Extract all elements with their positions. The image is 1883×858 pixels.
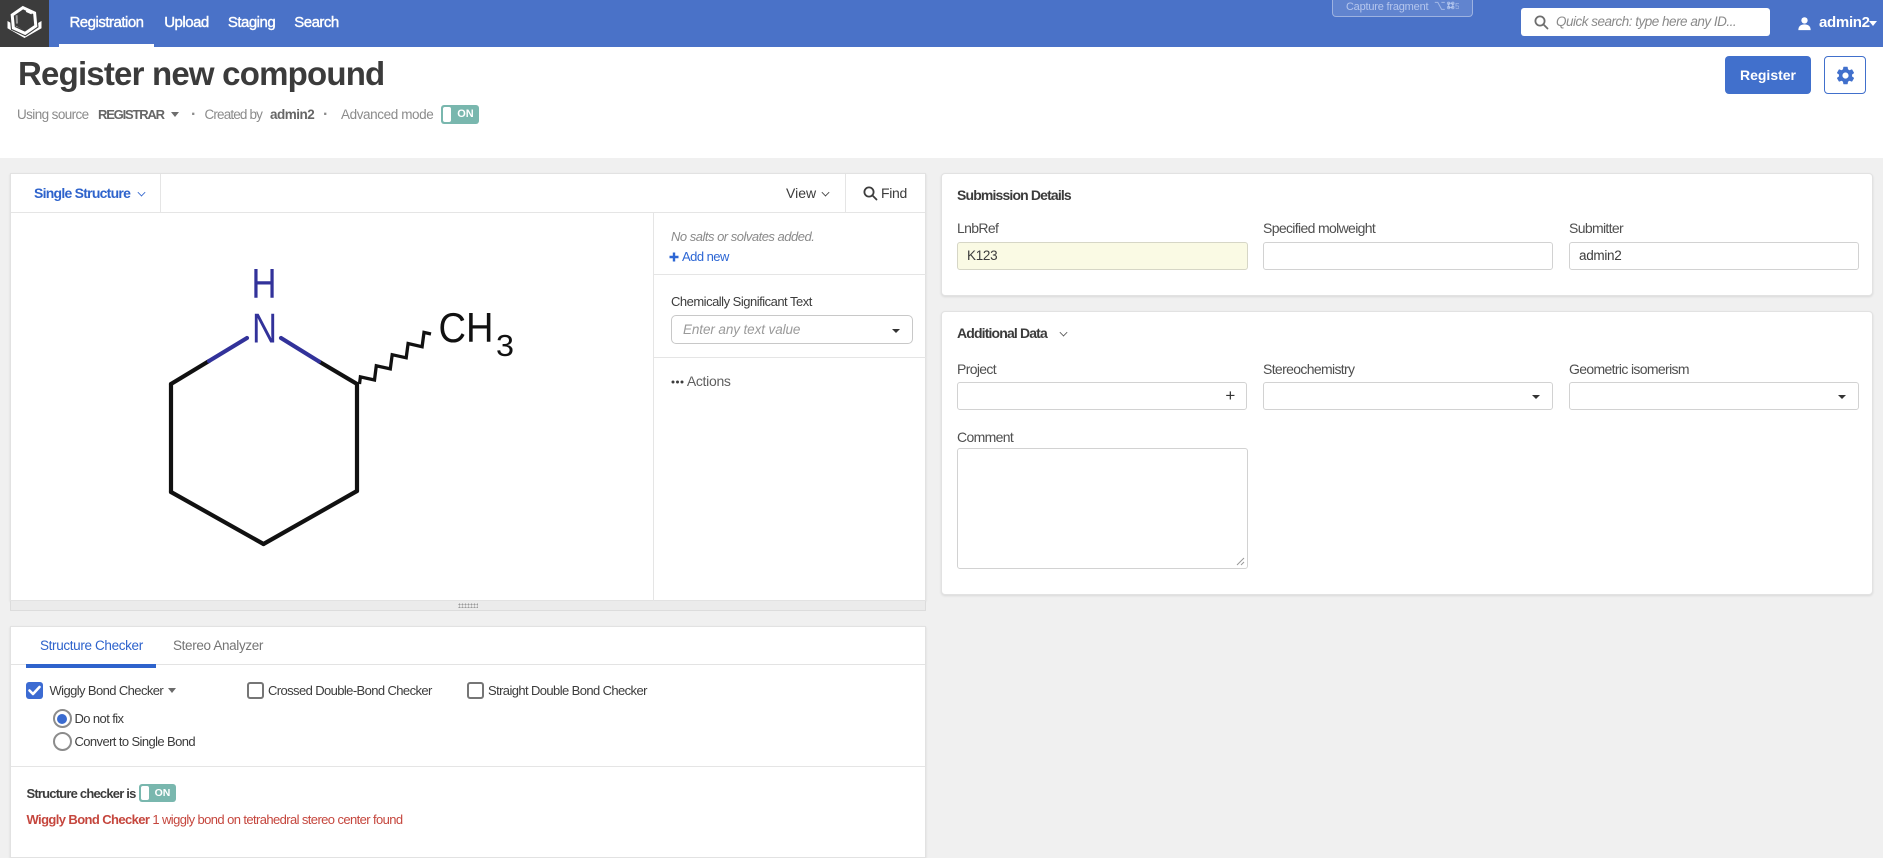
- svg-text:N: N: [252, 305, 277, 352]
- svg-text:H: H: [252, 260, 277, 307]
- svg-text:5: 5: [1455, 1, 1459, 11]
- svg-text:CH: CH: [439, 304, 494, 351]
- svg-text:3: 3: [496, 328, 514, 363]
